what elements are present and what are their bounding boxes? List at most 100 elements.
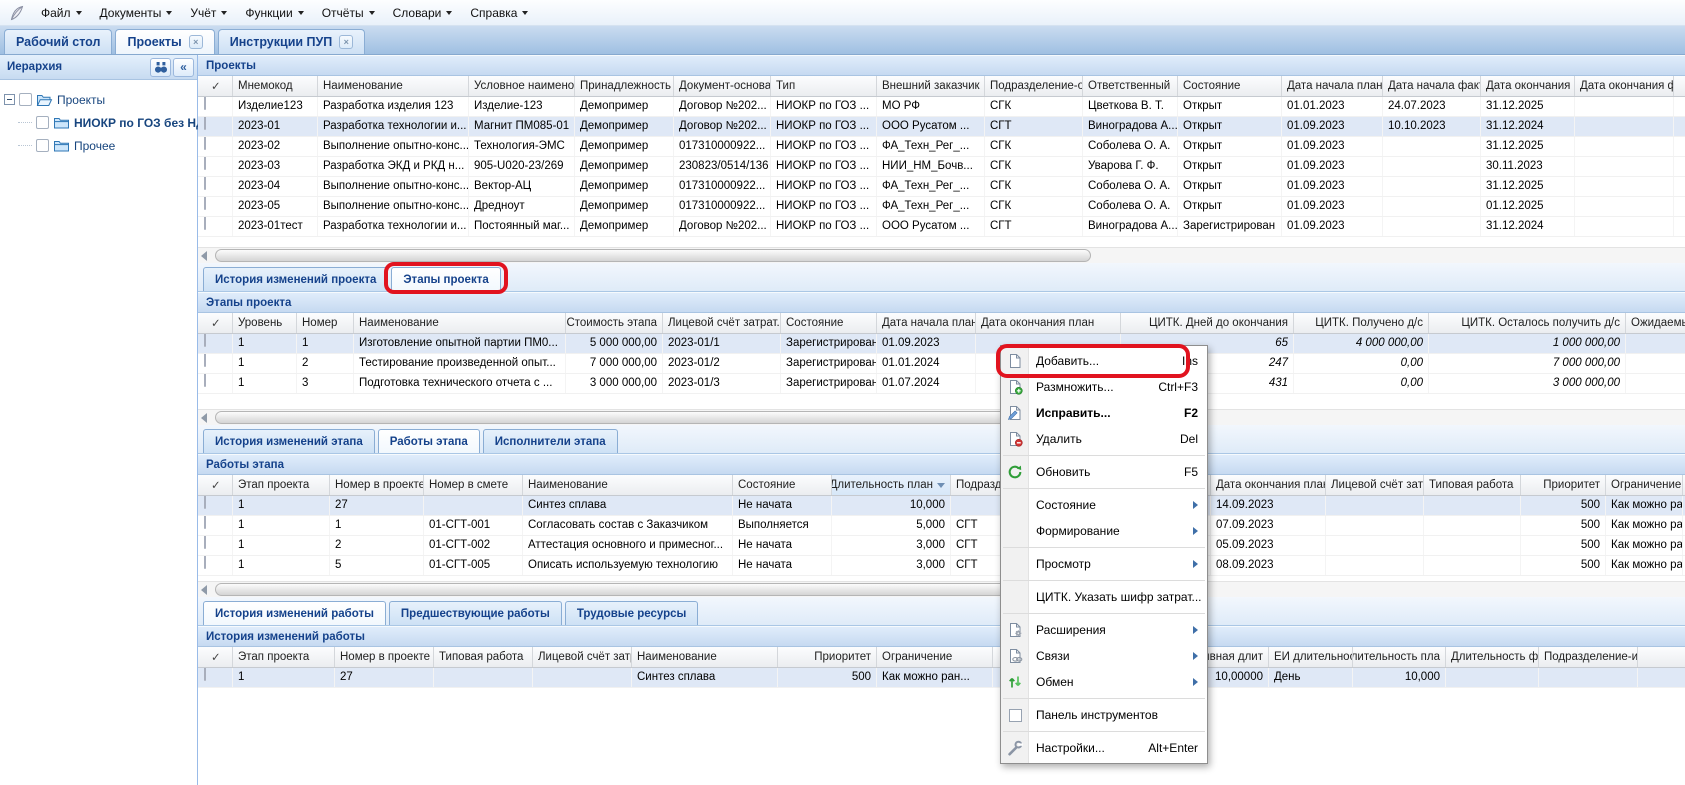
context-menu-item-formation[interactable]: Формирование (1001, 518, 1207, 544)
table-row[interactable]: 2023-04Выполнение опытно-конс...Вектор-А… (198, 177, 1685, 197)
row-checkbox[interactable] (204, 516, 206, 529)
scroll-left-icon[interactable] (201, 413, 207, 423)
table-row[interactable]: 2023-02Выполнение опытно-конс...Технолог… (198, 137, 1685, 157)
column-header[interactable]: Лицевой счёт затрат. (663, 313, 781, 333)
column-header[interactable]: Принадлежность (575, 76, 674, 96)
row-checkbox[interactable] (204, 556, 206, 569)
scrollbar-thumb[interactable] (215, 411, 1060, 424)
column-header[interactable]: Лицевой счёт затр (1326, 475, 1424, 495)
row-checkbox[interactable] (204, 97, 206, 110)
table-row[interactable]: 11Изготовление опытной партии ПМ0...5 00… (198, 334, 1685, 354)
column-header[interactable]: Наименование (354, 313, 566, 333)
column-header[interactable]: Дата начала план (877, 313, 976, 333)
column-header[interactable]: Тип (771, 76, 877, 96)
window-tab-projects[interactable]: Проекты× (115, 29, 214, 54)
column-header[interactable]: ЕИ длительности (1269, 647, 1353, 667)
column-header[interactable]: Ожидаемые (1626, 313, 1685, 333)
column-header[interactable]: Номер в смете (424, 475, 523, 495)
column-header[interactable]: Этап проекта (233, 475, 330, 495)
close-icon[interactable]: × (189, 35, 203, 49)
tab-stage-change-history[interactable]: История изменений этапа (203, 429, 375, 453)
tab-stage-works[interactable]: Работы этапа (378, 429, 480, 453)
row-checkbox[interactable] (204, 536, 206, 549)
table-row[interactable]: 2023-03Разработка ЭКД и РКД н...905-U020… (198, 157, 1685, 177)
table-row[interactable]: 1501-СГТ-005Описать используемую техноло… (198, 556, 1685, 576)
row-checkbox[interactable] (204, 197, 206, 210)
table-row[interactable]: 2023-01Разработка технологии и...Магнит … (198, 117, 1685, 137)
column-header[interactable]: Состояние (781, 313, 877, 333)
column-header[interactable]: Номер в проекте (330, 475, 424, 495)
row-checkbox[interactable] (204, 668, 206, 681)
menubar-item-dictionaries[interactable]: Словари (384, 2, 462, 24)
column-header[interactable]: Стоимость этапа (566, 313, 663, 333)
row-checkbox[interactable] (204, 157, 206, 170)
table-row[interactable]: 13Подготовка технического отчета с ...3 … (198, 374, 1685, 394)
row-checkbox[interactable] (204, 177, 206, 190)
scrollbar-thumb[interactable] (215, 249, 1091, 262)
context-menu-item-add[interactable]: Добавить...Ins (1001, 348, 1207, 374)
context-menu-item-exchange[interactable]: Обмен (1001, 669, 1207, 695)
column-header[interactable]: Приоритет (1521, 475, 1606, 495)
column-header[interactable]: Подразделение-от (985, 76, 1083, 96)
context-menu-item-duplicate[interactable]: Размножить...Ctrl+F3 (1001, 374, 1207, 400)
column-header[interactable]: Уровень (233, 313, 297, 333)
row-checkbox[interactable] (204, 137, 206, 150)
column-header[interactable]: ЦИТК. Получено д/с (1294, 313, 1429, 333)
column-header[interactable]: Внешний заказчик (877, 76, 985, 96)
menubar-item-reports[interactable]: Отчёты (313, 2, 384, 24)
tree-checkbox[interactable] (36, 116, 49, 129)
column-header[interactable]: Документ-основан (674, 76, 771, 96)
tree-item-projects-root[interactable]: Проекты (4, 88, 193, 111)
column-header[interactable]: Условное наименова (469, 76, 575, 96)
row-checkbox[interactable] (204, 354, 206, 367)
column-header[interactable]: Приоритет (778, 647, 877, 667)
table-row[interactable]: 2023-01тестРазработка технологии и...Пос… (198, 217, 1685, 237)
column-header[interactable]: ✓ (198, 313, 233, 333)
context-menu-item-settings[interactable]: Настройки...Alt+Enter (1001, 735, 1207, 761)
row-checkbox[interactable] (204, 374, 206, 387)
row-checkbox[interactable] (204, 496, 206, 509)
column-header[interactable]: Дата окончания ф (1575, 76, 1674, 96)
column-header[interactable]: Номер в проекте (335, 647, 434, 667)
context-menu-item-delete[interactable]: УдалитьDel (1001, 426, 1207, 452)
column-header[interactable]: Дата начала факт. (1383, 76, 1481, 96)
column-header[interactable]: Наименование (523, 475, 733, 495)
tree-collapse-toggle-icon[interactable] (4, 94, 15, 105)
table-row[interactable]: 1101-СГТ-001Согласовать состав с Заказчи… (198, 516, 1685, 536)
collapse-button[interactable]: « (173, 58, 194, 77)
context-menu-item-citk-cost-code[interactable]: ЦИТК. Указать шифр затрат... (1001, 584, 1207, 610)
scroll-left-icon[interactable] (201, 251, 207, 261)
table-row[interactable]: 127Синтез сплава500Как можно ран...10,00… (198, 668, 1685, 688)
column-header[interactable]: Состояние (1178, 76, 1282, 96)
column-header[interactable]: Дата окончания план (976, 313, 1121, 333)
column-header[interactable]: Ответственный (1083, 76, 1178, 96)
column-header[interactable]: Подразделение-ис (1539, 647, 1638, 667)
tree-checkbox[interactable] (19, 93, 32, 106)
column-header[interactable]: Мнемокод (233, 76, 318, 96)
close-icon[interactable]: × (339, 35, 353, 49)
table-row[interactable]: 127Синтез сплаваНе начата10,00014.09.202… (198, 496, 1685, 516)
scrollbar-thumb[interactable] (215, 583, 1073, 596)
column-header[interactable]: Типовая работа (434, 647, 533, 667)
tab-project-stages[interactable]: Этапы проекта (391, 267, 500, 291)
column-header[interactable]: Наименование (318, 76, 469, 96)
tab-preceding-works[interactable]: Предшествующие работы (389, 601, 562, 625)
table-row[interactable]: 1201-СГТ-002Аттестация основного и приме… (198, 536, 1685, 556)
column-header[interactable]: Длительность пла (1353, 647, 1446, 667)
column-header[interactable]: Дата окончания пл (1481, 76, 1575, 96)
context-menu-item-extensions[interactable]: Расширения (1001, 617, 1207, 643)
search-button[interactable] (150, 58, 171, 77)
scroll-left-icon[interactable] (201, 585, 207, 595)
tab-work-change-history[interactable]: История изменений работы (203, 601, 386, 625)
tree-item-other[interactable]: Прочее (4, 134, 193, 157)
row-checkbox[interactable] (204, 334, 206, 347)
menubar-item-functions[interactable]: Функции (236, 2, 312, 24)
column-header[interactable]: Наименование (632, 647, 778, 667)
table-row[interactable]: Изделие123Разработка изделия 123Изделие-… (198, 97, 1685, 117)
h-scrollbar[interactable] (198, 409, 1685, 425)
h-scrollbar[interactable] (198, 581, 1685, 597)
column-header[interactable]: ✓ (198, 647, 233, 667)
column-header[interactable]: Состояние (733, 475, 832, 495)
h-scrollbar[interactable] (198, 247, 1685, 263)
column-header[interactable]: ✓ (198, 475, 233, 495)
